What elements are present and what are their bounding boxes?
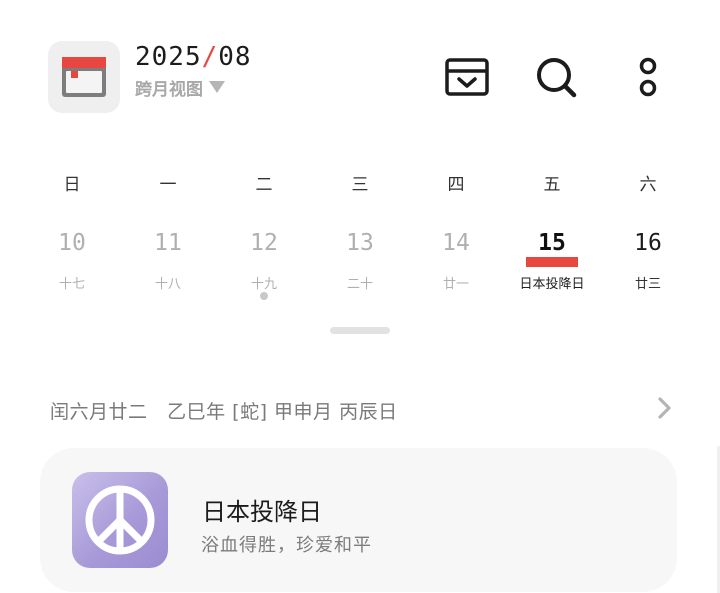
peace-icon: [72, 472, 168, 568]
lunar-date: 十八: [154, 277, 181, 292]
date-separator: /: [201, 42, 219, 72]
chevron-right-icon[interactable]: [654, 396, 674, 424]
search-button[interactable]: [533, 54, 579, 100]
weekday-mon: 一: [159, 175, 177, 195]
day-number: 14: [442, 230, 470, 256]
lunar-date: 十七: [58, 277, 85, 292]
day-cell[interactable]: 10 十七: [24, 228, 120, 308]
more-button[interactable]: [625, 54, 671, 100]
day-number: 16: [634, 230, 662, 256]
day-number: 13: [346, 230, 374, 256]
calendar-app-icon[interactable]: [48, 41, 120, 113]
month-title[interactable]: 2025/08: [135, 42, 252, 72]
day-cell[interactable]: 14 廿一: [408, 228, 504, 308]
weekday-fri: 五: [543, 175, 561, 195]
event-subtitle: 浴血得胜，珍爱和平: [201, 535, 372, 556]
inbox-icon: [445, 58, 489, 96]
day-cell[interactable]: 12 十九: [216, 228, 312, 308]
weekday-tue: 二: [255, 175, 273, 195]
today-highlight-bar: [526, 257, 578, 267]
event-title: 日本投降日: [202, 498, 322, 526]
drag-handle[interactable]: [330, 327, 390, 334]
day-cell[interactable]: 11 十八: [120, 228, 216, 308]
day-cell[interactable]: 13 二十: [312, 228, 408, 308]
lunar-date: 十九: [250, 277, 277, 292]
lunar-date: 二十: [346, 277, 373, 292]
year-text: 2025: [135, 42, 202, 72]
event-card[interactable]: 日本投降日 浴血得胜，珍爱和平: [40, 448, 677, 592]
event-dot: [260, 292, 268, 300]
lunar-date: 日本投降日: [519, 277, 585, 292]
search-icon: [537, 58, 577, 98]
day-number: 12: [250, 230, 278, 256]
lunar-date: 廿三: [634, 277, 661, 292]
day-number: 11: [154, 230, 182, 256]
weekday-sat: 六: [639, 175, 657, 195]
day-number: 15: [538, 230, 566, 256]
inbox-button[interactable]: [444, 54, 490, 100]
day-cell-today[interactable]: 15 日本投降日: [504, 228, 600, 308]
weekday-sun: 日: [63, 175, 81, 195]
week-days-row: 10 十七 11 十八 12 十九 13 二十 14 廿一 15 日本投降日 1…: [24, 228, 696, 308]
view-switch-label: 跨月视图: [135, 80, 203, 100]
lunar-info: 闰六月廿二 乙巳年 [蛇] 甲申月 丙辰日: [50, 401, 398, 423]
weekday-thu: 四: [447, 175, 465, 195]
lunar-date: 廿一: [442, 277, 469, 292]
month-text: 08: [218, 42, 252, 72]
triangle-down-icon: [209, 80, 225, 93]
view-switch[interactable]: 跨月视图: [135, 75, 225, 100]
day-cell[interactable]: 16 廿三: [600, 228, 696, 308]
weekday-header: 日 一 二 三 四 五 六: [24, 170, 696, 195]
day-number: 10: [58, 230, 86, 256]
weekday-wed: 三: [351, 175, 369, 195]
more-icon: [639, 57, 657, 97]
